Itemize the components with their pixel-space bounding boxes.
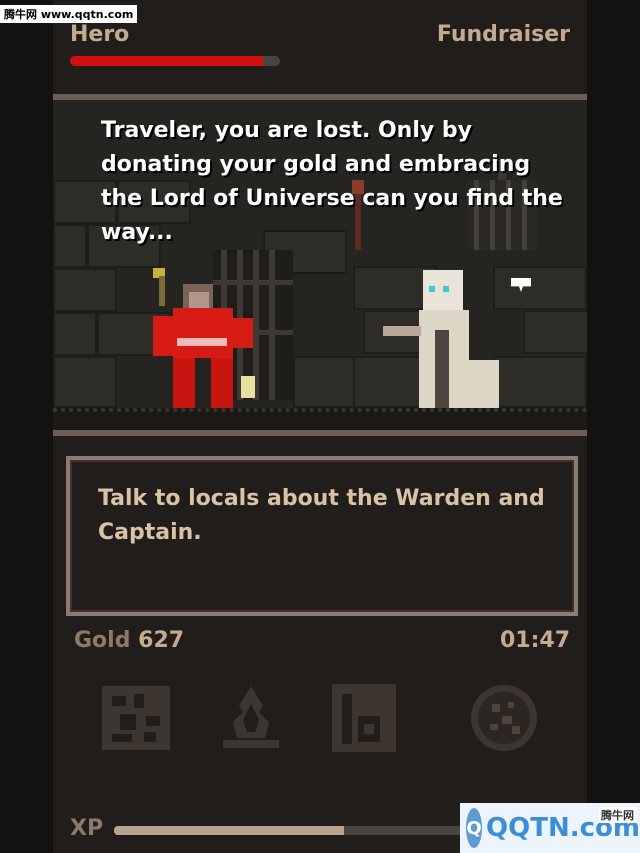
watermark-brand: Q QQTN.com 腾牛网 <box>460 803 640 853</box>
map-button[interactable] <box>100 682 172 754</box>
cookie-button[interactable] <box>468 682 540 754</box>
journal-icon <box>332 684 396 752</box>
cookie-icon <box>471 685 537 751</box>
journal-button[interactable] <box>328 682 400 754</box>
campfire-button[interactable] <box>215 682 287 754</box>
scene-floor <box>53 408 587 430</box>
brand-logo-icon: Q <box>466 808 483 848</box>
hero-health-fill <box>70 56 264 66</box>
campfire-icon <box>223 686 279 748</box>
left-margin <box>0 0 53 853</box>
quest-box[interactable]: Talk to locals about the Warden and Capt… <box>66 456 578 616</box>
game-scene[interactable]: Traveler, you are lost. Only by donating… <box>53 100 587 430</box>
hero-label: Hero <box>70 22 130 47</box>
scene-border-bottom <box>53 430 587 436</box>
gold-counter: Gold 627 <box>74 628 184 653</box>
fundraiser-label: Fundraiser <box>436 22 570 47</box>
hero-sprite[interactable] <box>133 268 263 424</box>
xp-fill <box>114 826 345 835</box>
xp-label: XP <box>70 816 104 841</box>
quest-text: Talk to locals about the Warden and Capt… <box>98 486 545 545</box>
brand-subtext: 腾牛网 <box>599 807 636 823</box>
ghost-sprite[interactable] <box>383 270 513 426</box>
npc-dialogue: Traveler, you are lost. Only by donating… <box>101 118 563 245</box>
watermark-top: 腾牛网 www.qqtn.com <box>0 5 138 23</box>
right-margin <box>587 0 640 853</box>
map-icon <box>102 686 170 750</box>
xp-bar <box>114 826 474 835</box>
gold-value: 627 <box>138 628 185 653</box>
timer: 01:47 <box>499 628 570 653</box>
gold-label: Gold <box>74 628 131 653</box>
hero-health-bar <box>70 56 280 66</box>
